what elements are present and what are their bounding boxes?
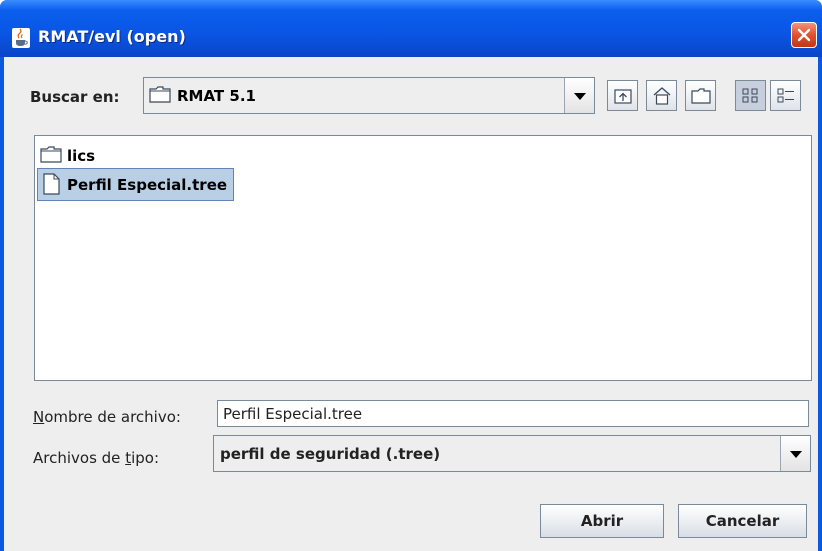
file-icon <box>43 173 60 195</box>
folder-icon <box>149 86 171 103</box>
home-button[interactable] <box>646 80 677 111</box>
folder-icon <box>40 146 62 163</box>
list-view-button[interactable] <box>735 80 766 111</box>
close-button[interactable] <box>791 22 817 48</box>
new-folder-button[interactable] <box>685 80 716 111</box>
list-item-label: Perfil Especial.tree <box>67 176 228 194</box>
file-dialog-window: RMAT/evl (open) Buscar en: RMAT 5.1 lics… <box>0 0 822 551</box>
new-folder-icon <box>691 88 711 104</box>
filename-input[interactable] <box>217 400 809 427</box>
look-in-value: RMAT 5.1 <box>177 87 256 105</box>
cancel-button[interactable]: Cancelar <box>678 504 807 538</box>
look-in-dropdown-arrow[interactable] <box>564 78 594 113</box>
filetype-label-rest: ipo: <box>131 449 159 467</box>
filename-label: Nombre de archivo: <box>33 408 181 426</box>
close-icon <box>797 28 811 42</box>
filetype-dropdown-arrow[interactable] <box>780 436 810 471</box>
filename-label-rest: ombre de archivo: <box>44 408 181 426</box>
filename-label-mnemonic: N <box>33 408 45 426</box>
filetype-value: perfil de seguridad (.tree) <box>220 445 441 463</box>
filetype-combo[interactable]: perfil de seguridad (.tree) <box>213 435 811 472</box>
dialog-body: Buscar en: RMAT 5.1 lics Perfil Especial… <box>4 57 818 551</box>
file-list[interactable]: lics Perfil Especial.tree <box>34 135 812 381</box>
list-item-file-selected[interactable]: Perfil Especial.tree <box>37 168 234 201</box>
details-view-icon <box>777 88 794 103</box>
list-view-icon <box>742 88 758 103</box>
up-folder-button[interactable] <box>607 80 638 111</box>
details-view-button[interactable] <box>770 80 801 111</box>
list-item-label: lics <box>67 147 96 165</box>
look-in-label: Buscar en: <box>30 88 120 106</box>
home-icon <box>653 87 671 105</box>
window-title: RMAT/evl (open) <box>38 27 186 46</box>
filetype-label: Archivos de tipo: <box>33 449 159 467</box>
open-button[interactable]: Abrir <box>540 504 664 538</box>
title-bar[interactable]: RMAT/evl (open) <box>0 0 822 57</box>
filetype-label-prefix: Archivos de <box>33 449 126 467</box>
up-folder-icon <box>614 89 632 104</box>
look-in-combo[interactable]: RMAT 5.1 <box>143 77 595 114</box>
java-cup-icon <box>12 28 30 48</box>
